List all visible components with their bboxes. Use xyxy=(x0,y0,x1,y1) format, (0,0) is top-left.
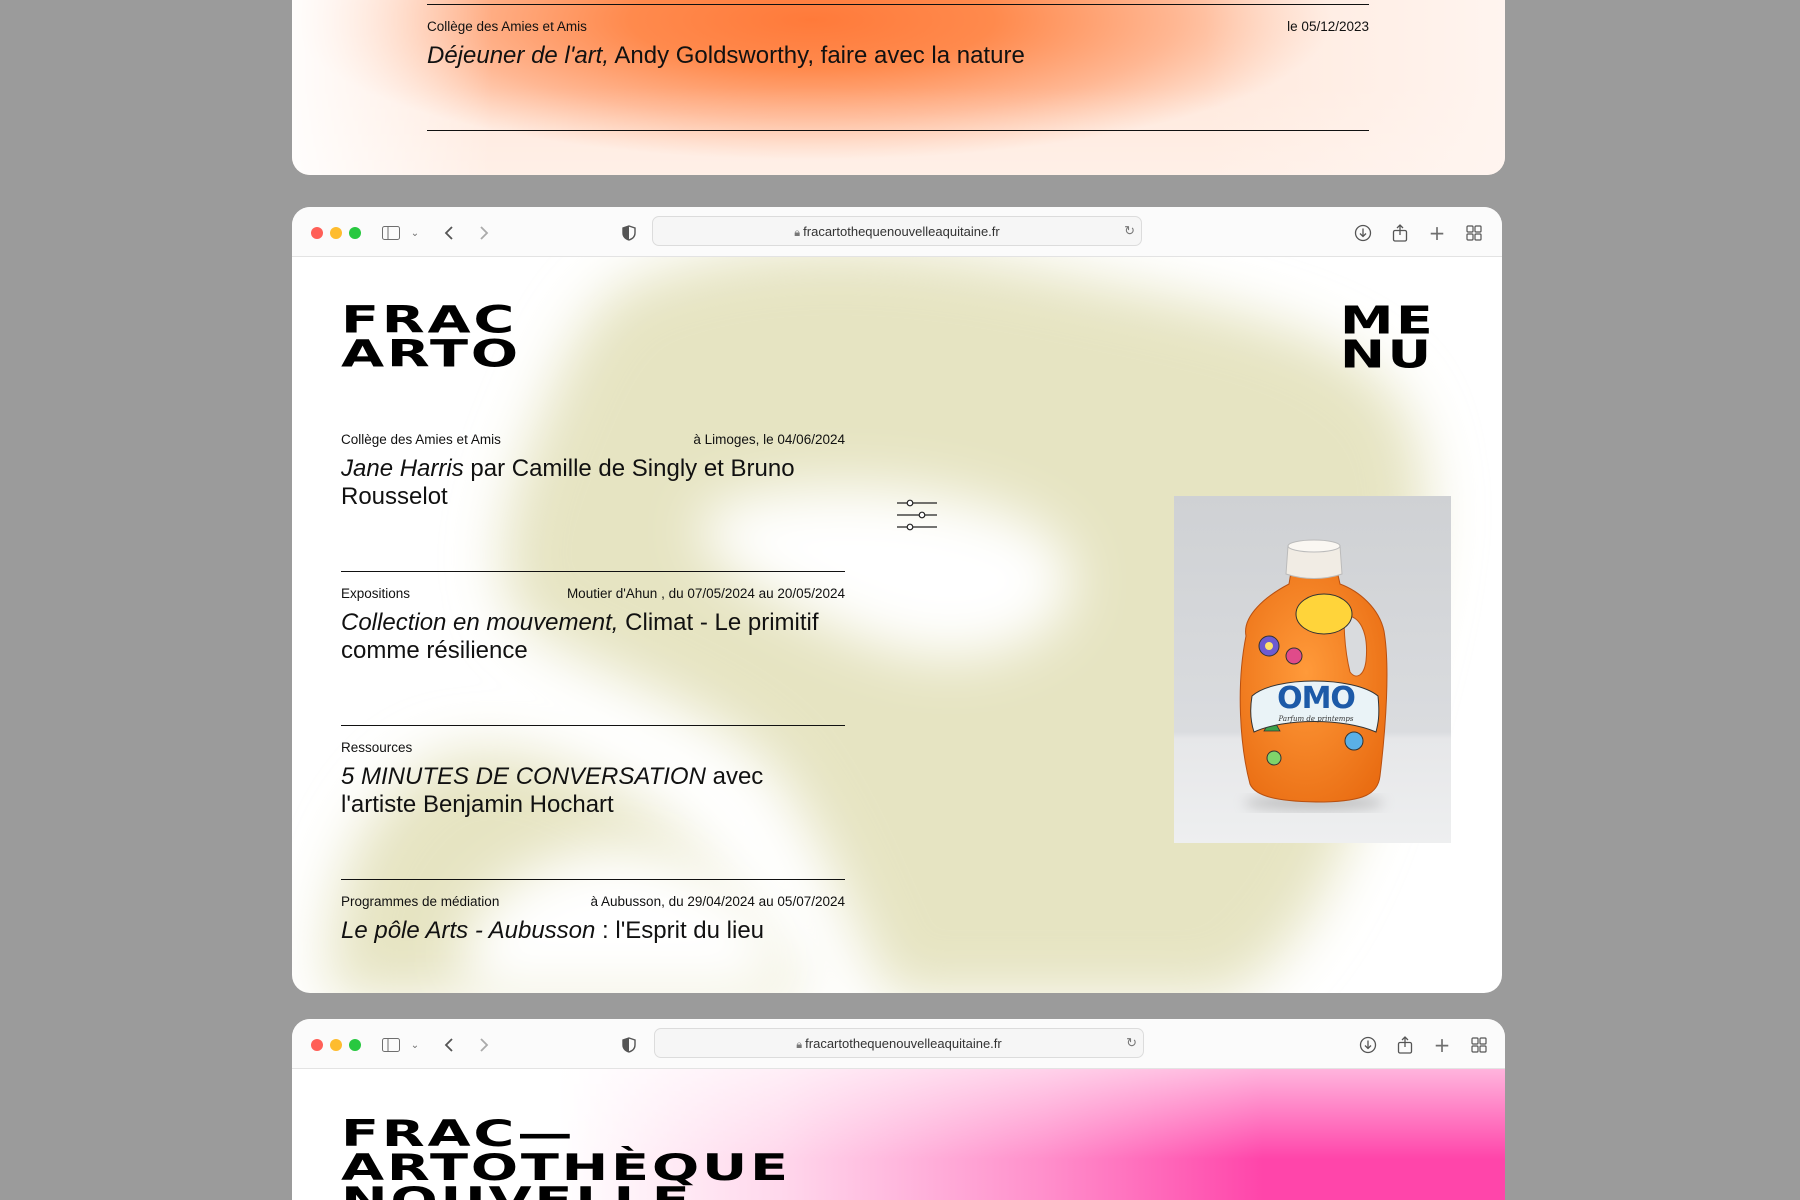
url-text: fracartothequenouvelleaquitaine.fr xyxy=(805,1036,1002,1051)
entry-title-rest: : l'Esprit du lieu xyxy=(595,917,765,944)
share-icon[interactable] xyxy=(1394,1034,1416,1056)
divider xyxy=(341,571,845,572)
logo-line-3: NOUVELLE xyxy=(341,1182,791,1200)
chevron-down-icon[interactable]: ⌄ xyxy=(404,222,426,244)
artwork-image[interactable]: OMO Parfum de printemps xyxy=(1174,496,1451,843)
entry-place-date: Moutier d'Ahun , du 07/05/2024 au 20/05/… xyxy=(566,586,845,601)
filter-sliders-icon[interactable] xyxy=(896,499,938,538)
entry-title-italic: Le pôle Arts - Aubusson xyxy=(341,917,596,944)
main-browser-window: ⌄ 🔒︎ fracartothequenouvelleaquitaine.fr … xyxy=(292,207,1502,993)
entry-place-date: à Aubusson, du 29/04/2024 au 05/07/2024 xyxy=(590,894,845,909)
entry-title-link[interactable]: Le pôle Arts - Aubusson : l'Esprit du li… xyxy=(341,917,845,945)
artwork-brand-label: OMO xyxy=(1277,681,1356,716)
minimize-window-button[interactable] xyxy=(330,227,342,239)
menu-button[interactable]: ME NU xyxy=(1340,301,1433,375)
download-icon[interactable] xyxy=(1352,222,1374,244)
zoom-window-button[interactable] xyxy=(349,1039,361,1051)
entry-title-link[interactable]: 5 MINUTES DE CONVERSATION avec l'artiste… xyxy=(341,763,845,819)
menu-line-2: NU xyxy=(1340,332,1434,378)
entry-title-link[interactable]: Jane Harris par Camille de Singly et Bru… xyxy=(341,455,845,511)
back-arrow-icon[interactable] xyxy=(438,1034,460,1056)
entry-date: le 05/12/2023 xyxy=(1287,19,1369,34)
entry-title-italic: 5 MINUTES DE CONVERSATION xyxy=(341,763,706,790)
sidebar-toggle-icon[interactable] xyxy=(380,222,402,244)
privacy-shield-icon[interactable] xyxy=(618,1034,640,1056)
divider xyxy=(427,4,1369,5)
forward-arrow-icon[interactable] xyxy=(473,1034,495,1056)
divider xyxy=(341,879,845,880)
lock-icon: 🔒︎ xyxy=(796,1039,806,1051)
entry-title-rest: Andy Goldsworthy, faire avec la nature xyxy=(609,42,1025,69)
share-icon[interactable] xyxy=(1389,222,1411,244)
reload-icon[interactable]: ↻ xyxy=(1124,223,1135,239)
minimize-window-button[interactable] xyxy=(330,1039,342,1051)
new-tab-plus-icon[interactable]: + xyxy=(1431,1033,1453,1057)
divider xyxy=(341,725,845,726)
bottom-browser-window: ⌄ 🔒︎ fracartothequenouvelleaquitaine.fr … xyxy=(292,1019,1505,1200)
site-logo[interactable]: FRAC ARTO xyxy=(341,301,518,372)
site-logo-large[interactable]: FRAC— ARTOTHÈQUE NOUVELLE xyxy=(341,1115,788,1200)
sidebar-toggle-icon[interactable] xyxy=(380,1034,402,1056)
logo-line-2: ARTO xyxy=(341,331,521,376)
divider xyxy=(427,130,1369,131)
entry-category: Ressources xyxy=(341,740,413,755)
close-window-button[interactable] xyxy=(311,227,323,239)
back-arrow-icon[interactable] xyxy=(438,222,460,244)
zoom-window-button[interactable] xyxy=(349,227,361,239)
entry-title-link[interactable]: Déjeuner de l'art, Andy Goldsworthy, fai… xyxy=(427,42,1369,70)
new-tab-plus-icon[interactable]: + xyxy=(1426,221,1448,245)
chevron-down-icon[interactable]: ⌄ xyxy=(404,1034,426,1056)
browser-toolbar: ⌄ 🔒︎ fracartothequenouvelleaquitaine.fr … xyxy=(292,1019,1505,1069)
lock-icon: 🔒︎ xyxy=(794,227,804,239)
artwork-bottle-illustration xyxy=(1174,496,1451,843)
address-bar[interactable]: 🔒︎ fracartothequenouvelleaquitaine.fr ↻ xyxy=(654,1028,1144,1058)
browser-toolbar: ⌄ 🔒︎ fracartothequenouvelleaquitaine.fr … xyxy=(292,207,1502,257)
tab-overview-icon[interactable] xyxy=(1468,1034,1490,1056)
forward-arrow-icon[interactable] xyxy=(473,222,495,244)
logo-line-1: FRAC— xyxy=(341,1111,576,1155)
tab-overview-icon[interactable] xyxy=(1463,222,1485,244)
entry-title-italic: Jane Harris xyxy=(341,455,464,482)
reload-icon[interactable]: ↻ xyxy=(1126,1035,1137,1051)
close-window-button[interactable] xyxy=(311,1039,323,1051)
entry-title-link[interactable]: Collection en mouvement, Climat - Le pri… xyxy=(341,609,845,665)
download-icon[interactable] xyxy=(1357,1034,1379,1056)
url-text: fracartothequenouvelleaquitaine.fr xyxy=(803,224,1000,239)
entry-place-date: à Limoges, le 04/06/2024 xyxy=(693,432,845,447)
entry-title-italic: Collection en mouvement, xyxy=(341,609,619,636)
address-bar[interactable]: 🔒︎ fracartothequenouvelleaquitaine.fr ↻ xyxy=(652,216,1142,246)
entry-category: Collège des Amies et Amis xyxy=(427,19,587,34)
top-browser-window: Collège des Amies et Amis le 05/12/2023 … xyxy=(292,0,1505,175)
entry-title-italic: Déjeuner de l'art, xyxy=(427,42,610,69)
privacy-shield-icon[interactable] xyxy=(618,222,640,244)
artwork-sublabel: Parfum de printemps xyxy=(1278,715,1354,723)
